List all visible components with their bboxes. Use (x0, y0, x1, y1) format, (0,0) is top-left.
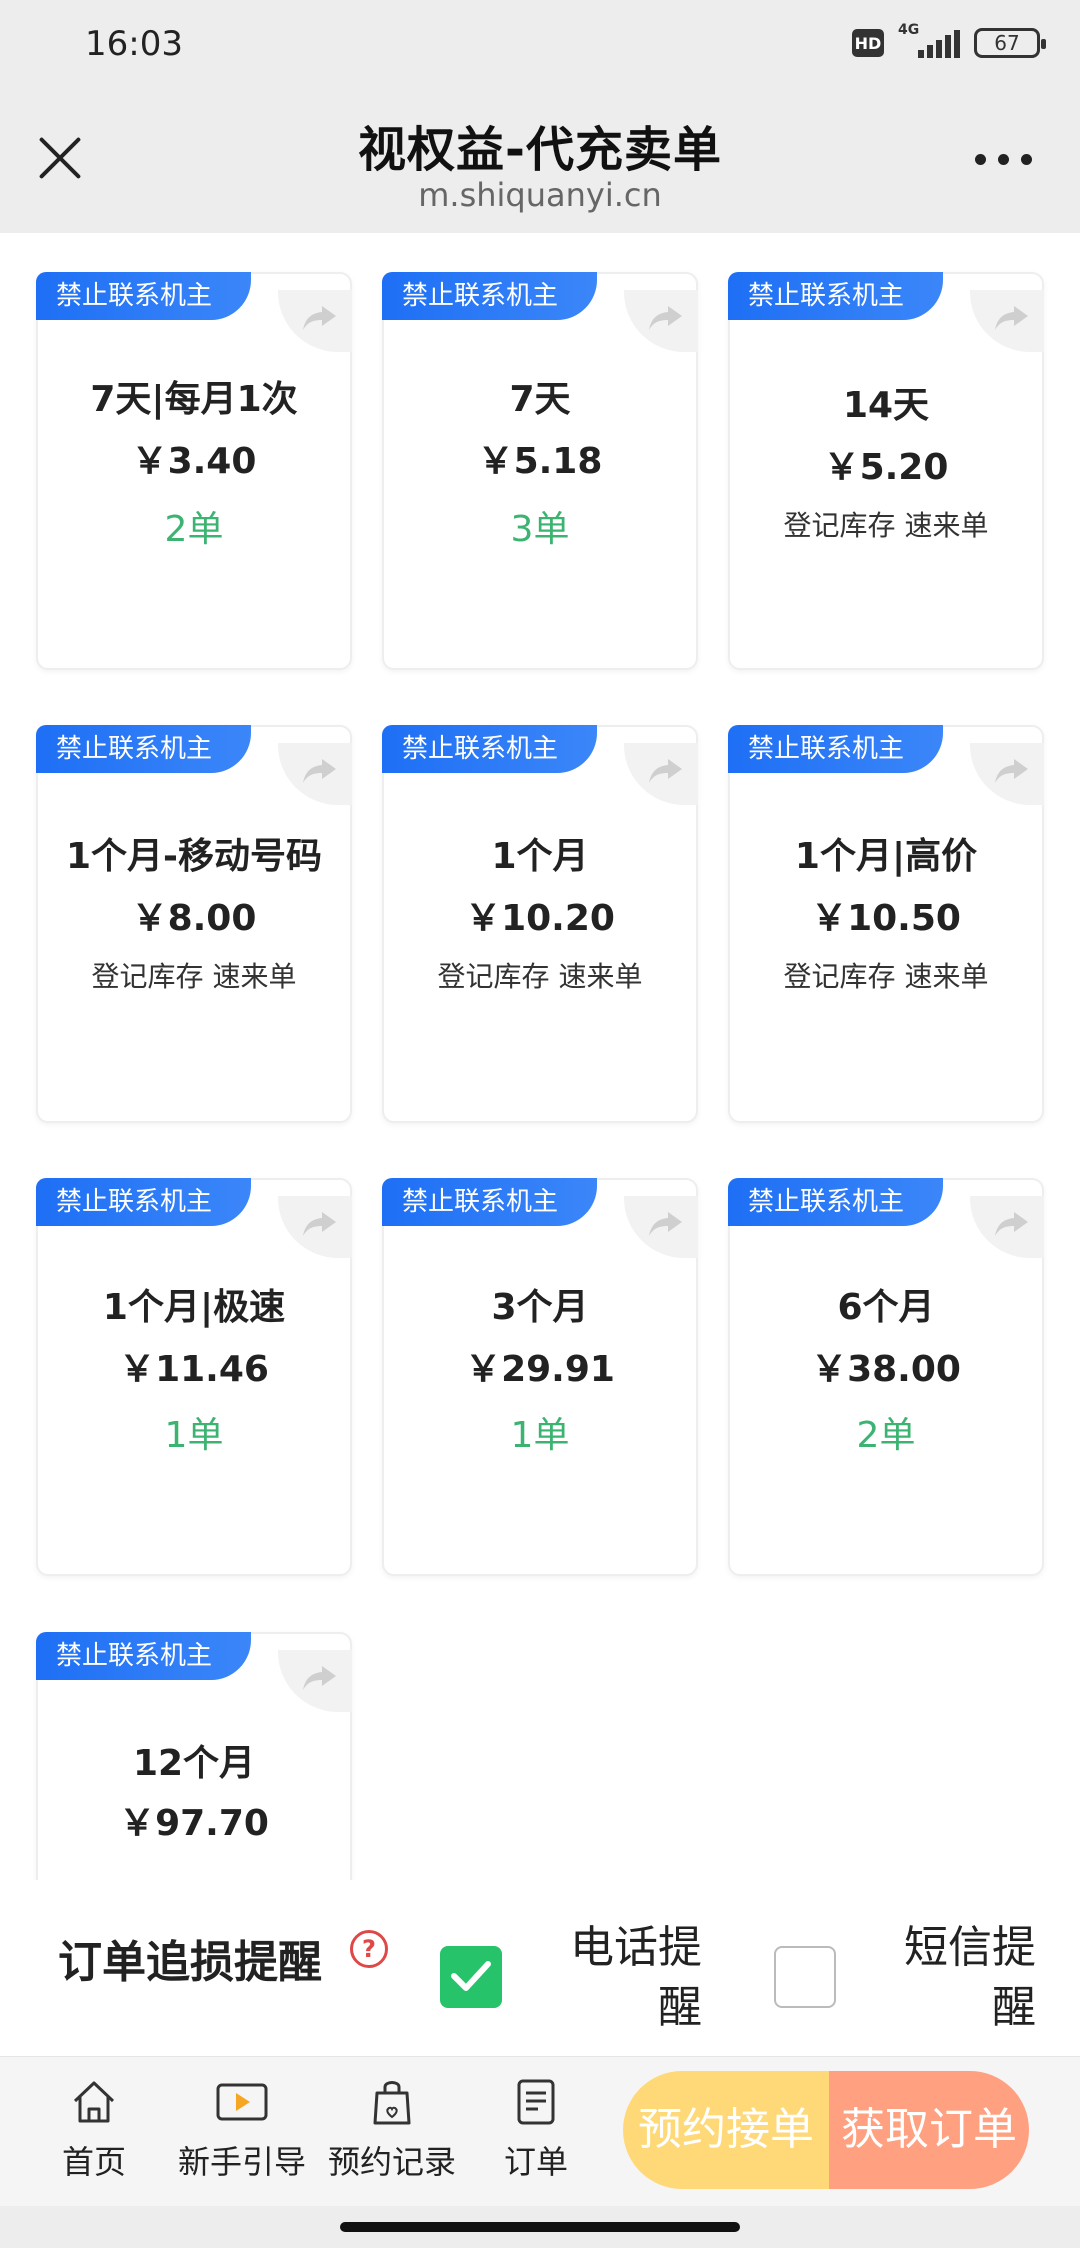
order-count: 3单 (510, 509, 570, 550)
status-time: 16:03 (85, 24, 183, 64)
nav-label: 预约记录 (327, 2143, 456, 2181)
product-price: ￥38.00 (811, 1349, 961, 1390)
status-bar: 16:03 HD 4G 67 (0, 0, 1080, 90)
hd-icon: HD (852, 29, 884, 57)
product-card[interactable]: 禁止联系机主 12个月 ￥97.70 (36, 1632, 352, 1882)
signal-icon: 4G (898, 22, 960, 60)
share-icon[interactable] (970, 743, 1044, 805)
share-icon[interactable] (624, 743, 698, 805)
sms-reminder-label-line2: 醒 (992, 1982, 1036, 2033)
order-count: 1单 (164, 1415, 224, 1456)
share-icon[interactable] (970, 1196, 1044, 1258)
share-icon[interactable] (970, 290, 1044, 352)
order-list-icon (517, 2079, 555, 2125)
no-contact-tag: 禁止联系机主 (382, 725, 597, 773)
phone-reminder-label-line1: 电话提 (570, 1922, 702, 1973)
no-contact-tag: 禁止联系机主 (382, 1178, 597, 1226)
phone-reminder-checkbox[interactable] (440, 1946, 502, 2008)
product-card[interactable]: 禁止联系机主 1个月 ￥10.20 登记库存 速来单 (382, 725, 698, 1123)
page-title: 视权益-代充卖单 (358, 122, 722, 178)
product-price: ￥10.20 (465, 898, 615, 939)
no-contact-tag: 禁止联系机主 (728, 272, 943, 320)
product-name: 1个月-移动号码 (66, 836, 322, 877)
share-icon[interactable] (278, 1650, 352, 1712)
video-guide-icon (216, 2083, 268, 2121)
product-card[interactable]: 禁止联系机主 7天 ￥5.18 3单 (382, 272, 698, 670)
product-card[interactable]: 禁止联系机主 1个月-移动号码 ￥8.00 登记库存 速来单 (36, 725, 352, 1123)
product-price: ￥3.40 (131, 441, 257, 482)
product-card[interactable]: 禁止联系机主 3个月 ￥29.91 1单 (382, 1178, 698, 1576)
stock-note: 登记库存 速来单 (91, 960, 297, 993)
product-price: ￥11.46 (119, 1349, 269, 1390)
product-name: 1个月 (491, 836, 589, 877)
share-icon[interactable] (278, 290, 352, 352)
bottom-nav: 首页 新手引导 预约记录 订单 预约接单 获取订单 (0, 2056, 1080, 2206)
phone-reminder-label: 电话提 醒 (540, 1918, 702, 2038)
nav-label: 首页 (61, 2143, 126, 2181)
reserve-order-button[interactable]: 预约接单 (623, 2071, 829, 2189)
phone-reminder-label-line2: 醒 (658, 1982, 702, 2033)
home-icon (73, 2081, 115, 2123)
nav-label: 新手引导 (177, 2143, 306, 2181)
product-name: 12个月 (132, 1743, 256, 1784)
home-indicator[interactable] (340, 2222, 740, 2232)
order-count: 1单 (510, 1415, 570, 1456)
nav-item-guide[interactable]: 新手引导 (172, 2077, 312, 2183)
share-icon[interactable] (624, 290, 698, 352)
product-name: 1个月|极速 (102, 1287, 286, 1328)
product-card[interactable]: 禁止联系机主 14天 ￥5.20 登记库存 速来单 (728, 272, 1044, 670)
product-price: ￥8.00 (131, 898, 257, 939)
product-name: 7天|每月1次 (90, 379, 298, 420)
product-card[interactable]: 禁止联系机主 1个月|高价 ￥10.50 登记库存 速来单 (728, 725, 1044, 1123)
battery-icon: 67 (974, 28, 1046, 58)
no-contact-tag: 禁止联系机主 (728, 1178, 943, 1226)
product-price: ￥5.20 (823, 447, 949, 488)
order-count: 2单 (164, 509, 224, 550)
product-price: ￥10.50 (811, 898, 961, 939)
page-url: m.shiquanyi.cn (418, 176, 662, 214)
order-reminder-bar: 订单追损提醒 ? 电话提 醒 短信提 醒 (0, 1880, 1080, 2055)
no-contact-tag: 禁止联系机主 (728, 725, 943, 773)
product-name: 3个月 (491, 1287, 589, 1328)
order-count: 2单 (856, 1415, 916, 1456)
product-card[interactable]: 禁止联系机主 7天|每月1次 ￥3.40 2单 (36, 272, 352, 670)
stock-note: 登记库存 速来单 (783, 960, 989, 993)
no-contact-tag: 禁止联系机主 (36, 1178, 251, 1226)
reminder-title: 订单追损提醒 (58, 1937, 322, 1988)
shopping-bag-icon (373, 2081, 411, 2125)
stock-note: 登记库存 速来单 (783, 509, 989, 542)
no-contact-tag: 禁止联系机主 (382, 272, 597, 320)
product-card[interactable]: 禁止联系机主 6个月 ￥38.00 2单 (728, 1178, 1044, 1576)
product-name: 14天 (842, 385, 930, 426)
product-name: 7天 (509, 379, 571, 420)
share-icon[interactable] (278, 743, 352, 805)
product-price: ￥97.70 (119, 1803, 269, 1844)
stock-note: 登记库存 速来单 (437, 960, 643, 993)
product-name: 1个月|高价 (794, 836, 978, 877)
nav-item-reservations[interactable]: 预约记录 (322, 2077, 462, 2183)
status-icons: HD 4G 67 (852, 22, 1046, 60)
title-bar: 视权益-代充卖单 m.shiquanyi.cn (0, 90, 1080, 233)
sms-reminder-label-line1: 短信提 (904, 1922, 1036, 1973)
product-price: ￥5.18 (477, 441, 603, 482)
share-icon[interactable] (278, 1196, 352, 1258)
nav-label: 订单 (503, 2143, 568, 2181)
product-card[interactable]: 禁止联系机主 1个月|极速 ￥11.46 1单 (36, 1178, 352, 1576)
get-order-button[interactable]: 获取订单 (829, 2071, 1029, 2189)
sms-reminder-label: 短信提 醒 (872, 1918, 1036, 2038)
network-type: 4G (898, 22, 920, 38)
product-price: ￥29.91 (465, 1349, 615, 1390)
more-options-icon[interactable] (975, 154, 1032, 165)
sms-reminder-checkbox[interactable] (774, 1946, 836, 2008)
share-icon[interactable] (624, 1196, 698, 1258)
no-contact-tag: 禁止联系机主 (36, 1632, 251, 1680)
product-name: 6个月 (837, 1287, 935, 1328)
nav-item-home[interactable]: 首页 (24, 2077, 164, 2183)
nav-item-orders[interactable]: 订单 (466, 2077, 606, 2183)
no-contact-tag: 禁止联系机主 (36, 272, 251, 320)
no-contact-tag: 禁止联系机主 (36, 725, 251, 773)
help-icon[interactable]: ? (350, 1930, 388, 1968)
